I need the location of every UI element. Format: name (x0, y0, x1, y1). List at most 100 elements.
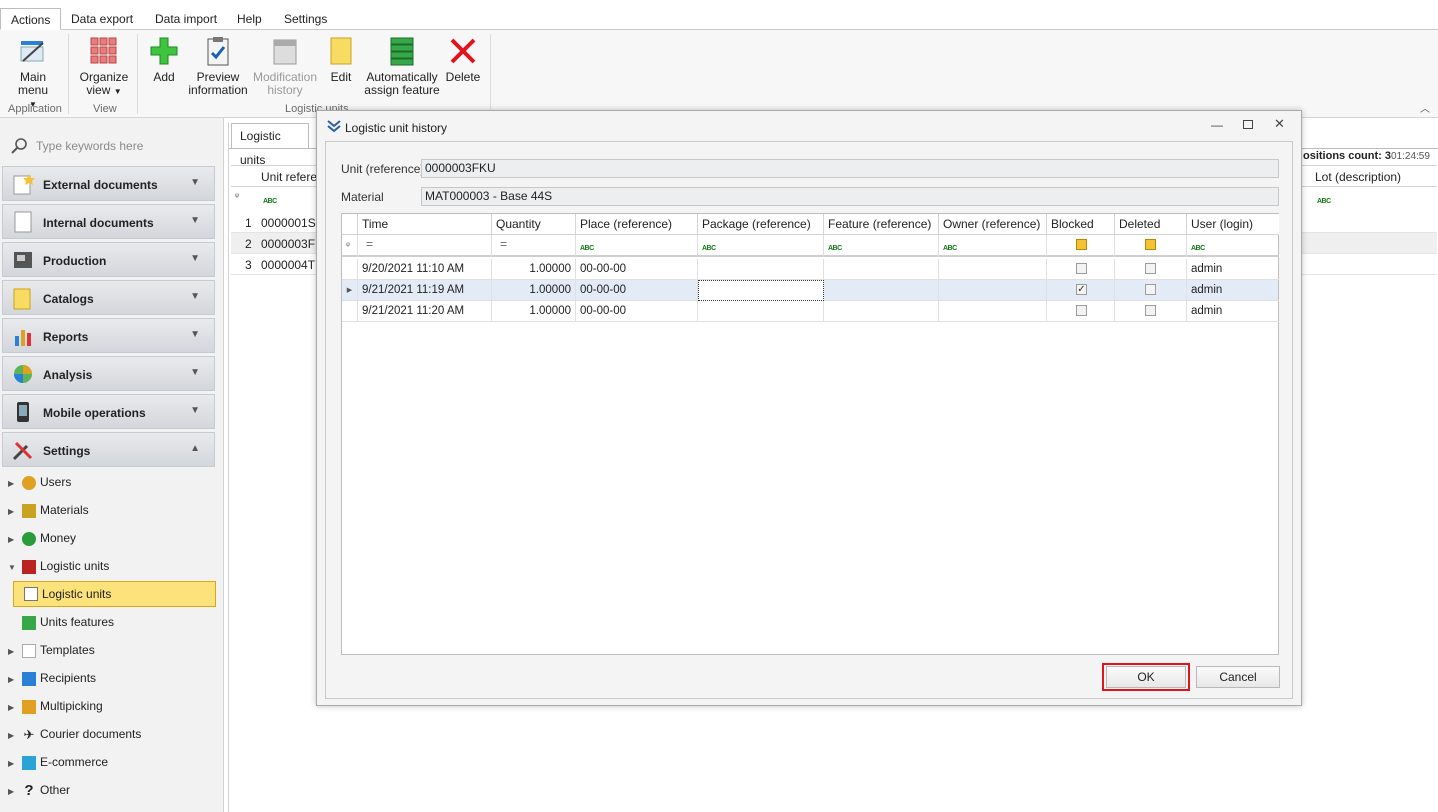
cell-user[interactable]: admin (1187, 301, 1279, 322)
nav-settings[interactable]: Settings ▲ (2, 432, 215, 467)
column-header-deleted[interactable]: Deleted (1115, 214, 1187, 235)
organize-view-button[interactable]: Organize view ▼ (78, 32, 130, 98)
nav-production[interactable]: Production ▼ (2, 242, 215, 277)
cell-feature[interactable] (824, 280, 939, 301)
column-header-time[interactable]: Time (358, 214, 492, 235)
nav-catalogs[interactable]: Catalogs ▼ (2, 280, 215, 315)
column-header-owner[interactable]: Owner (reference) (939, 214, 1047, 235)
checkbox[interactable] (1076, 305, 1087, 317)
cell-quantity[interactable]: 1.00000 (492, 280, 576, 301)
tab-logistic-units[interactable]: Logistic units (231, 123, 309, 167)
nav-label: Analysis (43, 368, 93, 382)
cell-deleted[interactable] (1115, 301, 1187, 322)
column-header-feature[interactable]: Feature (reference) (824, 214, 939, 235)
column-header-blocked[interactable]: Blocked (1047, 214, 1115, 235)
maximize-icon[interactable] (1243, 120, 1253, 129)
search-box[interactable]: Type keywords here (8, 135, 218, 157)
tree-item-courier-documents[interactable]: ▶ ✈ Courier documents (8, 723, 141, 745)
filter-time[interactable]: = (358, 235, 492, 257)
checkbox[interactable] (1076, 263, 1087, 275)
preview-information-button[interactable]: Preview information (188, 32, 248, 97)
tree-item-users[interactable]: ▶ Users (8, 471, 71, 493)
edit-button[interactable]: Edit (322, 32, 360, 84)
filter-package[interactable]: ABC (698, 235, 824, 257)
cell-user[interactable]: admin (1187, 280, 1279, 301)
checkbox-checked[interactable]: ✓ (1076, 284, 1087, 296)
tree-item-materials[interactable]: ▶ Materials (8, 499, 89, 521)
add-button[interactable]: Add (144, 32, 184, 84)
main-menu-button[interactable]: Main menu ▼ (4, 32, 62, 111)
tree-item-money[interactable]: ▶ Money (8, 527, 76, 549)
tab-actions[interactable]: Actions (0, 8, 62, 30)
filter-deleted[interactable] (1115, 235, 1187, 257)
nav-reports[interactable]: Reports ▼ (2, 318, 215, 353)
cell-feature[interactable] (824, 301, 939, 322)
cell-place[interactable]: 00-00-00 (576, 280, 698, 301)
cell-feature[interactable] (824, 259, 939, 280)
material-field[interactable]: MAT000003 - Base 44S (421, 187, 1279, 206)
cell-owner[interactable] (939, 301, 1047, 322)
cell-deleted[interactable] (1115, 259, 1187, 280)
tree-item-logistic-units-group[interactable]: ▼ Logistic units (8, 555, 109, 577)
cell-package-focused[interactable] (698, 280, 824, 301)
filter-owner[interactable]: ABC (939, 235, 1047, 257)
tree-item-e-commerce[interactable]: ▶ E-commerce (8, 751, 108, 773)
cell-time[interactable]: 9/21/2021 11:20 AM (358, 301, 492, 322)
collapse-ribbon-icon[interactable]: ︿ (1420, 100, 1430, 115)
nav-mobile-operations[interactable]: Mobile operations ▼ (2, 394, 215, 429)
minimize-icon[interactable]: — (1211, 118, 1223, 132)
filter-quantity[interactable]: = (492, 235, 576, 257)
cell-user[interactable]: admin (1187, 259, 1279, 280)
delete-button[interactable]: Delete (444, 32, 482, 84)
column-header-package[interactable]: Package (reference) (698, 214, 824, 235)
cell-blocked[interactable]: ✓ (1047, 280, 1115, 301)
filter-place[interactable]: ABC (576, 235, 698, 257)
nav-internal-documents[interactable]: Internal documents ▼ (2, 204, 215, 239)
filter-blocked[interactable] (1047, 235, 1115, 257)
cell-time[interactable]: 9/21/2021 11:19 AM (358, 280, 492, 301)
tab-settings[interactable]: Settings (274, 8, 337, 30)
column-header-quantity[interactable]: Quantity (492, 214, 576, 235)
cell-quantity[interactable]: 1.00000 (492, 259, 576, 280)
cell-deleted[interactable] (1115, 280, 1187, 301)
filter-user[interactable]: ABC (1187, 235, 1279, 257)
cell-blocked[interactable] (1047, 301, 1115, 322)
column-header-unit[interactable]: Unit referen (261, 170, 324, 184)
timer: 01:24:59 (1391, 151, 1430, 162)
ok-button[interactable]: OK (1106, 666, 1186, 688)
modification-history-button[interactable]: Modification history (252, 32, 318, 97)
column-header-user[interactable]: User (login) (1187, 214, 1279, 235)
tree-item-recipients[interactable]: ▶ Recipients (8, 667, 96, 689)
tree-item-templates[interactable]: ▶ Templates (8, 639, 95, 661)
tree-item-units-features[interactable]: Units features (8, 611, 114, 633)
cell-owner[interactable] (939, 280, 1047, 301)
search-icon (11, 138, 27, 154)
cancel-button[interactable]: Cancel (1196, 666, 1280, 688)
checkbox[interactable] (1145, 284, 1156, 296)
checkbox[interactable] (1145, 305, 1156, 317)
cell-time[interactable]: 9/20/2021 11:10 AM (358, 259, 492, 280)
cell-package[interactable] (698, 259, 824, 280)
unit-reference-field[interactable]: 0000003FKU (421, 159, 1279, 178)
automatically-assign-feature-button[interactable]: Automatically assign feature (364, 32, 440, 97)
tab-data-import[interactable]: Data import (145, 8, 227, 30)
cell-place[interactable]: 00-00-00 (576, 301, 698, 322)
cell-owner[interactable] (939, 259, 1047, 280)
money-icon (22, 531, 36, 546)
cell-package[interactable] (698, 301, 824, 322)
column-header-lot[interactable]: Lot (description) (1315, 170, 1401, 184)
tab-help[interactable]: Help (227, 8, 272, 30)
checkbox[interactable] (1145, 263, 1156, 275)
close-icon[interactable]: ✕ (1274, 116, 1285, 132)
column-header-place[interactable]: Place (reference) (576, 214, 698, 235)
cell-place[interactable]: 00-00-00 (576, 259, 698, 280)
nav-analysis[interactable]: Analysis ▼ (2, 356, 215, 391)
cell-blocked[interactable] (1047, 259, 1115, 280)
tree-item-other[interactable]: ▶? Other (8, 779, 70, 801)
cell-quantity[interactable]: 1.00000 (492, 301, 576, 322)
filter-feature[interactable]: ABC (824, 235, 939, 257)
tree-item-logistic-units-selected[interactable]: Logistic units (13, 581, 216, 607)
tree-item-multipicking[interactable]: ▶ Multipicking (8, 695, 103, 717)
nav-external-documents[interactable]: External documents ▼ (2, 166, 215, 201)
tab-data-export[interactable]: Data export (61, 8, 143, 30)
